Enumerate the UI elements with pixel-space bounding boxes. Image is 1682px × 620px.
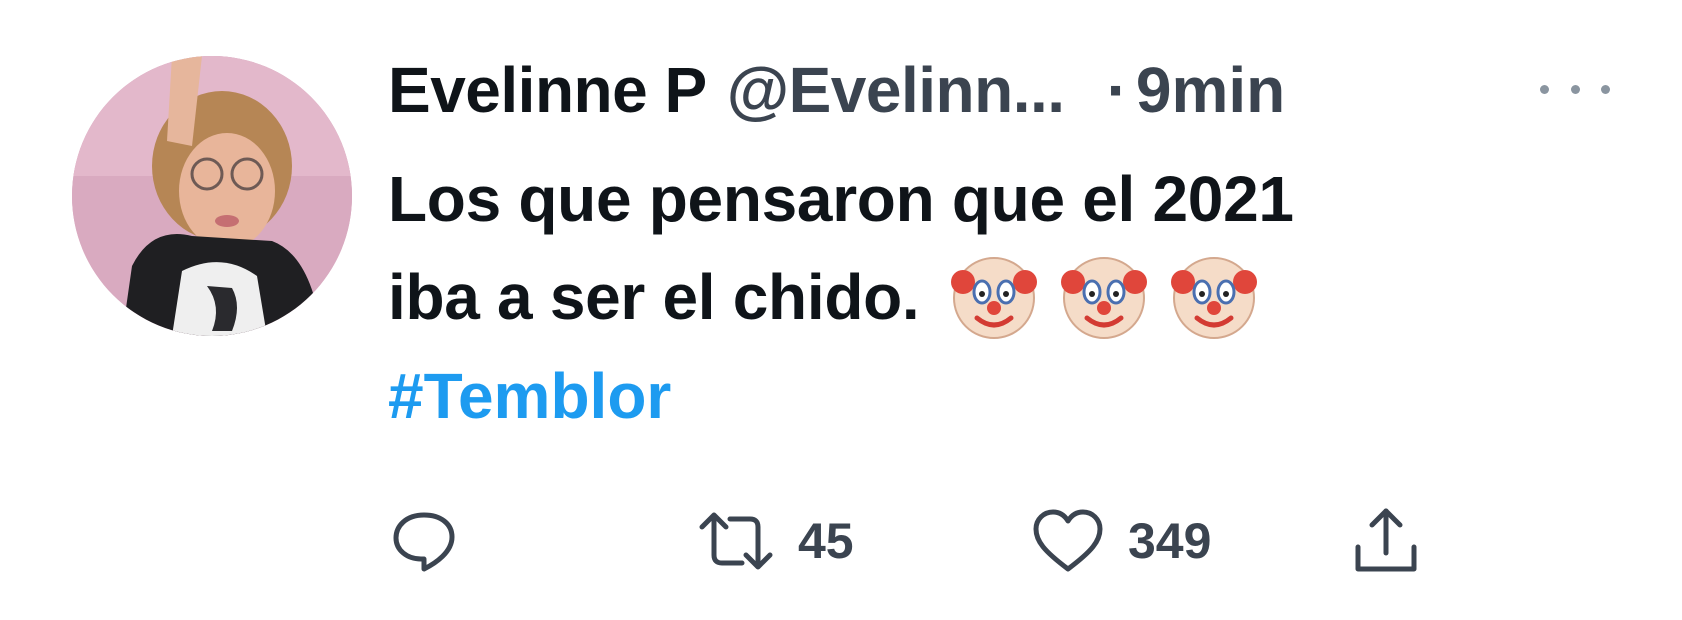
tweet-card[interactable]: Evelinne P @Evelinn... · 9min Los que pe… xyxy=(0,0,1682,620)
hashtag-link[interactable]: #Temblor xyxy=(388,346,1608,446)
user-handle[interactable]: @Evelinn... xyxy=(727,53,1065,127)
clown-face-icon xyxy=(1061,257,1148,339)
timestamp[interactable]: 9min xyxy=(1136,53,1285,127)
reply-button[interactable] xyxy=(388,496,482,586)
separator-dot: · xyxy=(1106,54,1128,126)
tweet-header: Evelinne P @Evelinn... · 9min xyxy=(388,40,1608,140)
more-options-icon[interactable] xyxy=(1540,74,1610,104)
retweet-button[interactable]: 45 xyxy=(696,496,854,586)
tweet-content: Evelinne P @Evelinn... · 9min Los que pe… xyxy=(388,40,1610,446)
like-button[interactable]: 349 xyxy=(1030,496,1211,586)
retweet-icon xyxy=(696,505,776,577)
clown-face-icon xyxy=(951,257,1038,339)
tweet-text-line-2: iba a ser el chido. xyxy=(388,248,1608,346)
tweet-text-line-1: Los que pensaron que el 2021 xyxy=(388,163,1294,235)
action-bar: 45 349 xyxy=(388,496,1428,586)
emoji-row xyxy=(949,252,1259,342)
heart-icon xyxy=(1030,505,1106,577)
tweet-text: Los que pensaron que el 2021 iba a ser e… xyxy=(388,150,1608,346)
avatar-photo xyxy=(72,56,352,336)
display-name[interactable]: Evelinne P xyxy=(388,53,707,127)
like-count: 349 xyxy=(1128,513,1212,569)
share-icon xyxy=(1348,503,1424,579)
share-button[interactable] xyxy=(1348,496,1424,586)
clown-face-icon xyxy=(1171,257,1258,339)
reply-icon xyxy=(388,505,460,577)
avatar[interactable] xyxy=(72,56,352,336)
retweet-count: 45 xyxy=(798,513,854,569)
